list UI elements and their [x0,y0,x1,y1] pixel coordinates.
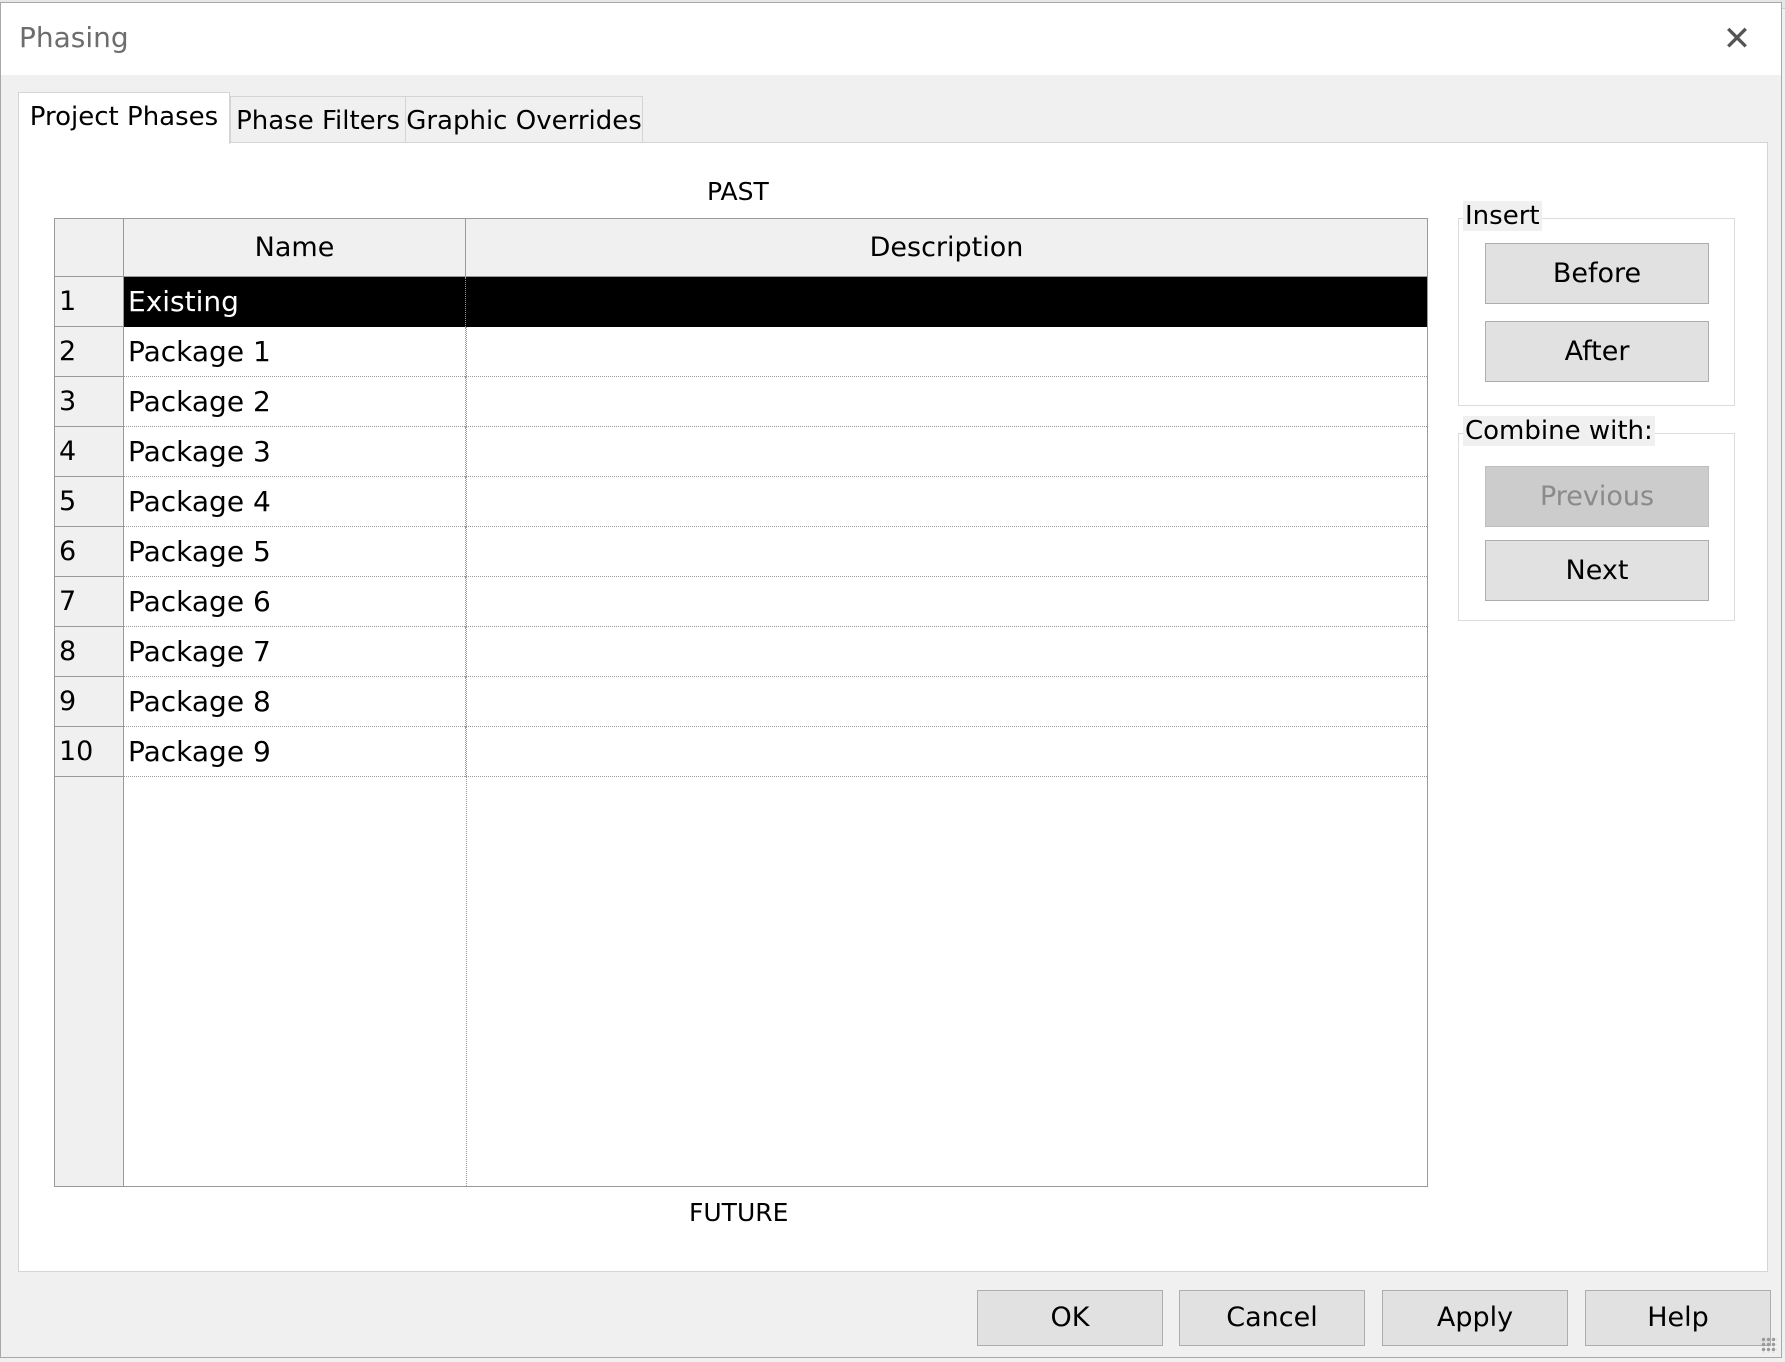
table-corner-header [55,219,124,277]
insert-after-button[interactable]: After [1485,321,1709,382]
combine-next-button[interactable]: Next [1485,540,1709,601]
table-row[interactable]: 4 Package 3 [55,427,1427,477]
help-button[interactable]: Help [1585,1290,1771,1346]
row-number[interactable]: 5 [55,477,124,527]
row-number[interactable]: 3 [55,377,124,427]
phase-description-cell[interactable] [466,627,1427,677]
phase-name-cell[interactable]: Package 2 [124,377,466,427]
table-row[interactable]: 5 Package 4 [55,477,1427,527]
phase-name-cell[interactable]: Package 1 [124,327,466,377]
phase-description-cell[interactable] [466,527,1427,577]
title-bar: Phasing ✕ [1,3,1781,75]
ok-button[interactable]: OK [977,1290,1163,1346]
table-row[interactable]: 8 Package 7 [55,627,1427,677]
table-row[interactable]: 7 Package 6 [55,577,1427,627]
row-number[interactable]: 9 [55,677,124,727]
phase-description-cell[interactable] [466,577,1427,627]
row-number[interactable]: 4 [55,427,124,477]
row-number[interactable]: 8 [55,627,124,677]
combine-group-label: Combine with: [1463,416,1655,446]
row-number[interactable]: 2 [55,327,124,377]
table-row[interactable]: 2 Package 1 [55,327,1427,377]
resize-grip-icon[interactable] [1761,1337,1777,1353]
row-number[interactable]: 1 [55,277,124,327]
phasing-dialog: Phasing ✕ Project Phases Phase Filters G… [0,2,1782,1358]
phase-name-cell[interactable]: Package 7 [124,627,466,677]
tab-graphic-overrides[interactable]: Graphic Overrides [405,96,643,144]
phase-description-cell[interactable] [466,377,1427,427]
past-caption: PAST [707,177,769,206]
phase-description-cell[interactable] [466,677,1427,727]
apply-button[interactable]: Apply [1382,1290,1568,1346]
combine-previous-button[interactable]: Previous [1485,466,1709,527]
phase-name-cell[interactable]: Package 8 [124,677,466,727]
future-caption: FUTURE [689,1198,789,1227]
phase-name-cell[interactable]: Existing [124,277,466,327]
table-row[interactable]: 9 Package 8 [55,677,1427,727]
phase-description-cell[interactable] [466,727,1427,777]
phase-description-cell[interactable] [466,327,1427,377]
phase-description-cell[interactable] [466,277,1427,327]
table-row[interactable]: 6 Package 5 [55,527,1427,577]
column-header-description[interactable]: Description [466,219,1427,277]
column-header-name[interactable]: Name [124,219,466,277]
phase-name-cell[interactable]: Package 9 [124,727,466,777]
close-icon[interactable]: ✕ [1715,17,1759,61]
row-number[interactable]: 10 [55,727,124,777]
cancel-button[interactable]: Cancel [1179,1290,1365,1346]
phase-description-cell[interactable] [466,427,1427,477]
table-row[interactable]: 1 Existing [55,277,1427,327]
phases-table: Name Description 1 Existing 2 Package 1 … [54,218,1428,1187]
phase-name-cell[interactable]: Package 4 [124,477,466,527]
phase-name-cell[interactable]: Package 6 [124,577,466,627]
tab-project-phases[interactable]: Project Phases [18,92,230,144]
dialog-title: Phasing [19,21,129,54]
insert-before-button[interactable]: Before [1485,243,1709,304]
tab-phase-filters[interactable]: Phase Filters [230,96,406,144]
row-number[interactable]: 7 [55,577,124,627]
row-number[interactable]: 6 [55,527,124,577]
insert-group-label: Insert [1463,201,1542,231]
table-row[interactable]: 10 Package 9 [55,727,1427,777]
phase-name-cell[interactable]: Package 3 [124,427,466,477]
phase-name-cell[interactable]: Package 5 [124,527,466,577]
table-row[interactable]: 3 Package 2 [55,377,1427,427]
phase-description-cell[interactable] [466,477,1427,527]
